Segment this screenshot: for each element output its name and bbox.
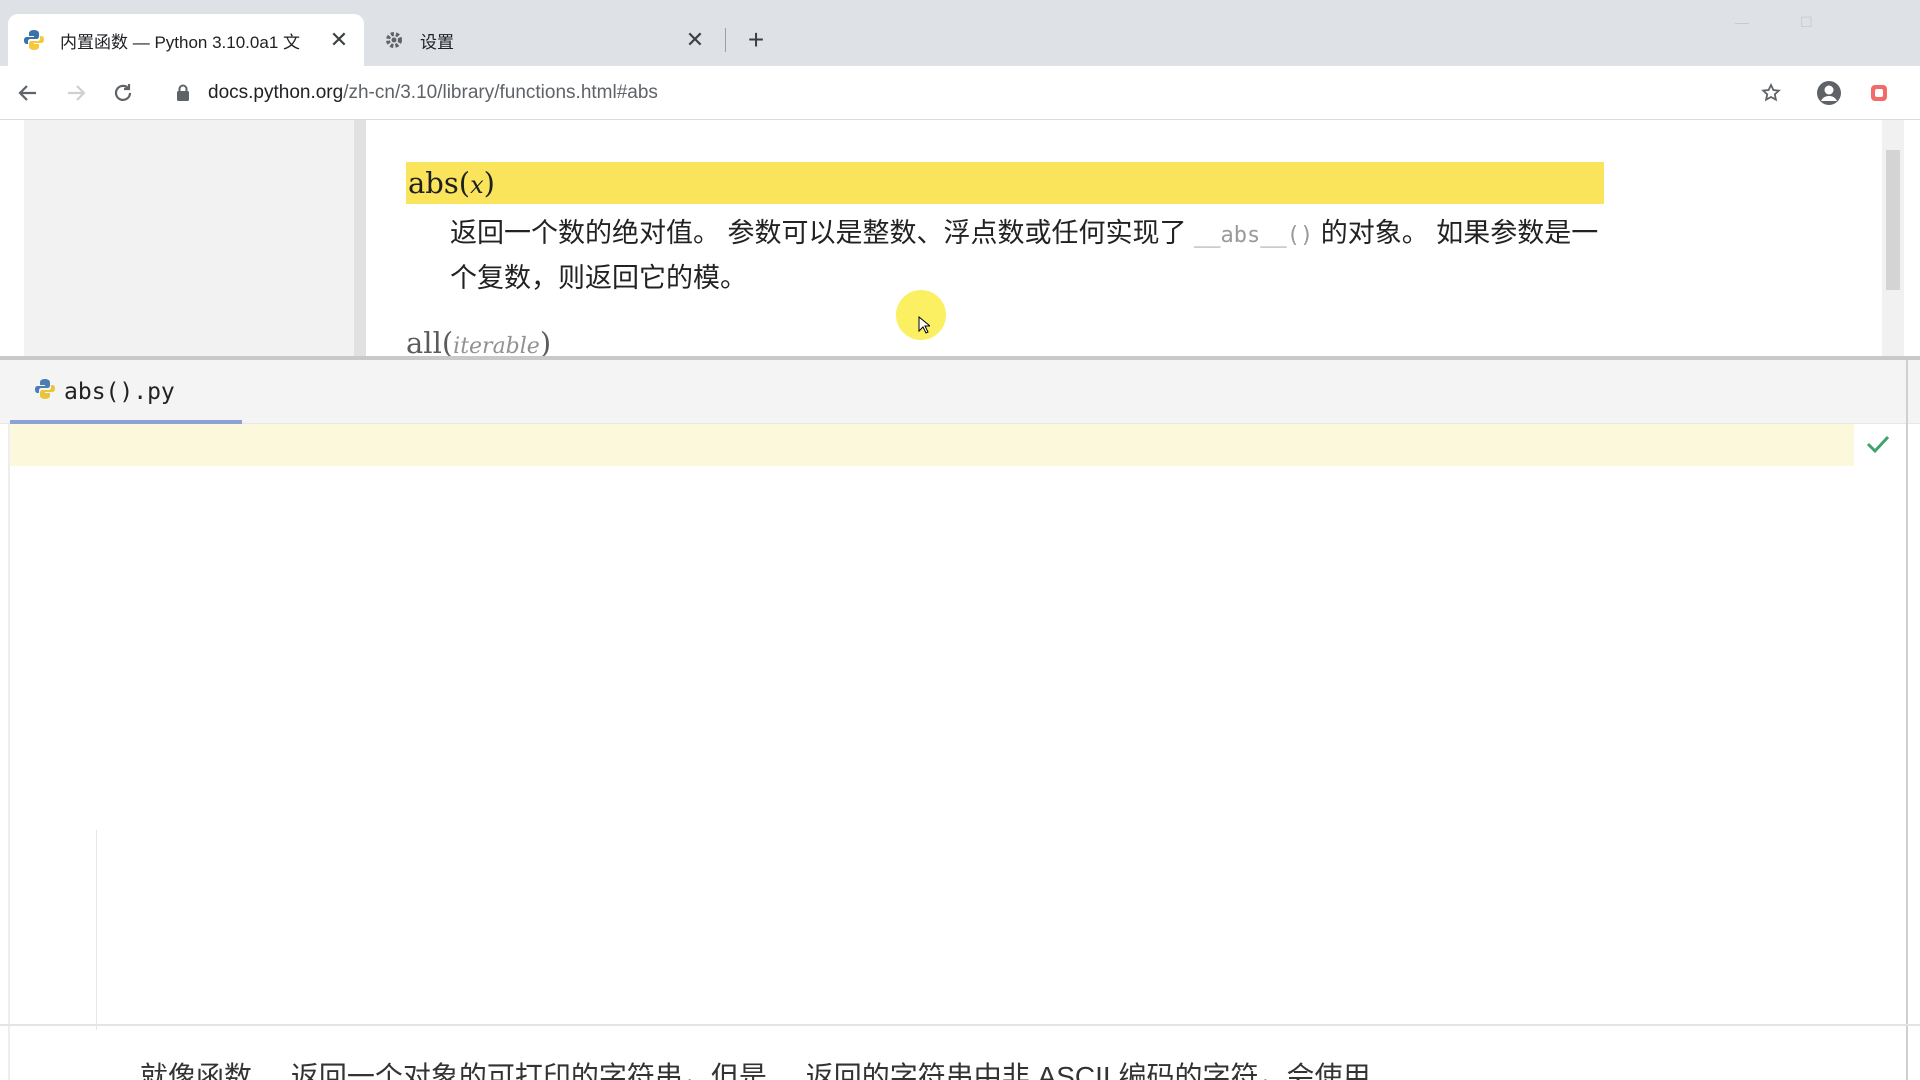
caption-text: 就像函数 ... 返回一个对象的可打印的字符串，但是 ... 返回的字符串中非 …	[140, 1061, 1371, 1080]
gear-icon	[382, 28, 406, 52]
current-line-highlight[interactable]	[10, 424, 1854, 466]
all-signature[interactable]: all(iterable)	[406, 326, 551, 356]
next-signature-close: )	[539, 326, 552, 356]
tab-settings[interactable]: 设置 ✕	[368, 14, 720, 66]
doc-viewport: abs(x) 返回一个数的绝对值。 参数可以是整数、浮点数或任何实现了 __ab…	[0, 120, 1920, 356]
code-editor-window: abs().py	[0, 356, 1920, 1080]
maximize-icon[interactable]: ☐	[1800, 14, 1813, 34]
address-bar[interactable]: docs.python.org/zh-cn/3.10/library/funct…	[160, 74, 1780, 112]
editor-gutter	[8, 424, 10, 1080]
next-signature-arg: iterable	[453, 334, 540, 356]
editor-scrollbar[interactable]	[1906, 360, 1908, 1080]
forward-arrow-icon	[68, 85, 86, 101]
reload-icon	[114, 84, 132, 101]
url-path: /zh-cn/3.10/library/functions.html#abs	[343, 82, 658, 103]
subtitle-caption: 就像函数 ... 返回一个对象的可打印的字符串，但是 ... 返回的字符串中非 …	[140, 1046, 1540, 1080]
signature-close: )	[483, 166, 495, 200]
abs-signature[interactable]: abs(x)	[406, 162, 1604, 204]
back-button[interactable]	[12, 78, 42, 108]
mouse-pointer-icon	[918, 315, 932, 339]
back-arrow-icon	[18, 85, 36, 101]
tab-python-docs[interactable]: 内置函数 — Python 3.10.0a1 文 ✕	[8, 14, 364, 66]
indent-guide	[96, 830, 97, 1030]
file-tab-label: abs().py	[64, 379, 175, 405]
signature-arg: x	[470, 171, 484, 199]
minimize-icon[interactable]: —	[1735, 14, 1749, 34]
lock-icon	[176, 84, 190, 107]
sidebar-collapse-bar[interactable]	[354, 120, 366, 356]
tab-title: 内置函数 — Python 3.10.0a1 文	[60, 32, 300, 52]
tab-divider	[725, 28, 726, 52]
next-signature-name: all(	[406, 326, 454, 356]
close-tab-icon[interactable]: ✕	[328, 27, 350, 52]
browser-toolbar: docs.python.org/zh-cn/3.10/library/funct…	[0, 66, 1920, 120]
editor-tab-bar: abs().py	[0, 360, 1920, 424]
description-text-1: 返回一个数的绝对值。 参数可以是整数、浮点数或任何实现了	[450, 218, 1195, 248]
python-icon	[22, 28, 46, 52]
url-text: docs.python.org/zh-cn/3.10/library/funct…	[208, 82, 658, 104]
check-icon	[1866, 434, 1890, 459]
editor-file-tab[interactable]: abs().py	[10, 360, 242, 424]
bookmark-star-icon[interactable]	[1756, 78, 1786, 108]
python-file-icon	[34, 378, 56, 406]
profile-avatar-icon[interactable]	[1814, 78, 1844, 108]
browser-tab-strip: 内置函数 — Python 3.10.0a1 文 ✕ 设置 ✕ + — ☐	[0, 0, 1920, 66]
editor-bottom-border	[0, 1024, 1920, 1026]
tab-title: 设置	[420, 32, 454, 52]
new-tab-button[interactable]: +	[740, 24, 772, 56]
reload-button[interactable]	[108, 78, 138, 108]
extension-icon[interactable]	[1864, 78, 1894, 108]
url-host: docs.python.org	[208, 82, 344, 103]
signature-name: abs(	[408, 166, 471, 200]
abs-dunder-code: __abs__()	[1194, 223, 1314, 248]
doc-sidebar	[24, 120, 354, 356]
close-tab-icon[interactable]: ✕	[684, 27, 706, 52]
doc-scrollbar[interactable]	[1882, 120, 1904, 356]
scrollbar-thumb[interactable]	[1886, 150, 1900, 290]
forward-button[interactable]	[62, 78, 92, 108]
screen: 内置函数 — Python 3.10.0a1 文 ✕ 设置 ✕ + — ☐ do…	[0, 0, 1920, 1080]
abs-description: 返回一个数的绝对值。 参数可以是整数、浮点数或任何实现了 __abs__() 的…	[450, 212, 1610, 299]
